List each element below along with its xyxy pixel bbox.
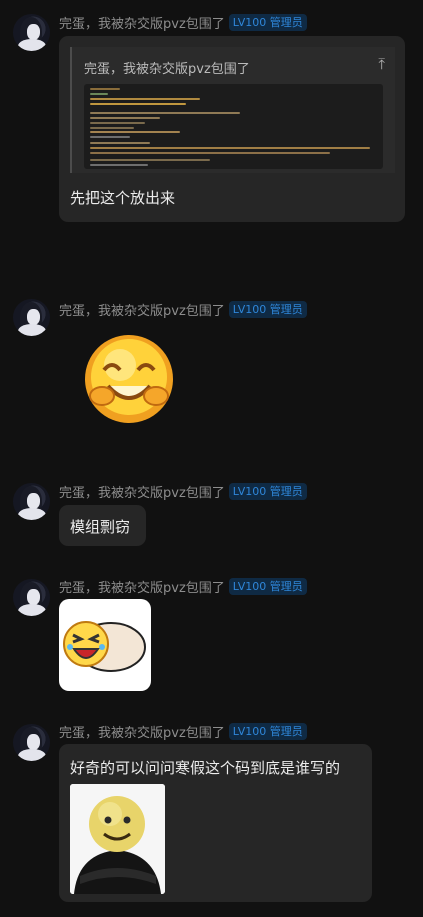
message-text: 好奇的可以问问寒假这个码到底是谁写的 <box>70 759 341 777</box>
grinning-face-sticker[interactable] <box>80 330 178 428</box>
sender-line: 完蛋，我被杂交版pvz包围了 LV100 管理员 <box>59 481 307 501</box>
sender-nickname[interactable]: 完蛋，我被杂交版pvz包围了 <box>59 722 225 741</box>
avatar[interactable] <box>13 724 50 761</box>
sender-nickname[interactable]: 完蛋，我被杂交版pvz包围了 <box>59 482 225 501</box>
sender-nickname[interactable]: 完蛋，我被杂交版pvz包围了 <box>59 300 225 319</box>
admin-badge: LV100 管理员 <box>228 577 307 595</box>
sender-line: 完蛋，我被杂交版pvz包围了 LV100 管理员 <box>59 299 307 319</box>
avatar[interactable] <box>13 14 50 51</box>
chat-message: 完蛋，我被杂交版pvz包围了 LV100 管理员 好奇的可以问问寒假这个码到底是… <box>0 715 423 915</box>
arms-crossed-emoji-photo[interactable] <box>70 784 165 894</box>
chat-message: 完蛋，我被杂交版pvz包围了 LV100 管理员 <box>0 570 423 700</box>
sender-nickname[interactable]: 完蛋，我被杂交版pvz包围了 <box>59 577 225 596</box>
chat-message: 完蛋，我被杂交版pvz包围了 LV100 管理员 模组剽窃 <box>0 475 423 555</box>
avatar[interactable] <box>13 483 50 520</box>
message-bubble[interactable]: 完蛋，我被杂交版pvz包围了 ⤒ 先把这个放出来 <box>59 36 405 222</box>
chat-message: 完蛋，我被杂交版pvz包围了 LV100 管理员 <box>0 290 423 440</box>
pin-top-icon[interactable]: ⤒ <box>378 55 385 73</box>
admin-badge: LV100 管理员 <box>228 13 307 31</box>
chat-message: 完蛋，我被杂交版pvz包围了 LV100 管理员 完蛋，我被杂交版pvz包围了 … <box>0 0 423 230</box>
sender-nickname[interactable]: 完蛋，我被杂交版pvz包围了 <box>59 13 225 32</box>
message-text: 模组剽窃 <box>70 518 131 536</box>
quoted-sender: 完蛋，我被杂交版pvz包围了 <box>84 62 250 77</box>
message-bubble[interactable]: 模组剽窃 <box>59 505 146 546</box>
avatar[interactable] <box>13 579 50 616</box>
admin-badge: LV100 管理员 <box>228 300 307 318</box>
laughing-dumpling-sticker[interactable] <box>59 599 151 691</box>
sender-line: 完蛋，我被杂交版pvz包围了 LV100 管理员 <box>59 721 307 741</box>
code-screenshot-thumbnail[interactable] <box>84 84 383 169</box>
avatar[interactable] <box>13 299 50 336</box>
admin-badge: LV100 管理员 <box>228 482 307 500</box>
sender-line: 完蛋，我被杂交版pvz包围了 LV100 管理员 <box>59 12 307 32</box>
quoted-message[interactable]: 完蛋，我被杂交版pvz包围了 ⤒ <box>70 47 395 173</box>
sender-line: 完蛋，我被杂交版pvz包围了 LV100 管理员 <box>59 576 307 596</box>
admin-badge: LV100 管理员 <box>228 722 307 740</box>
message-text: 先把这个放出来 <box>70 189 176 207</box>
message-bubble[interactable]: 好奇的可以问问寒假这个码到底是谁写的 <box>59 744 372 902</box>
